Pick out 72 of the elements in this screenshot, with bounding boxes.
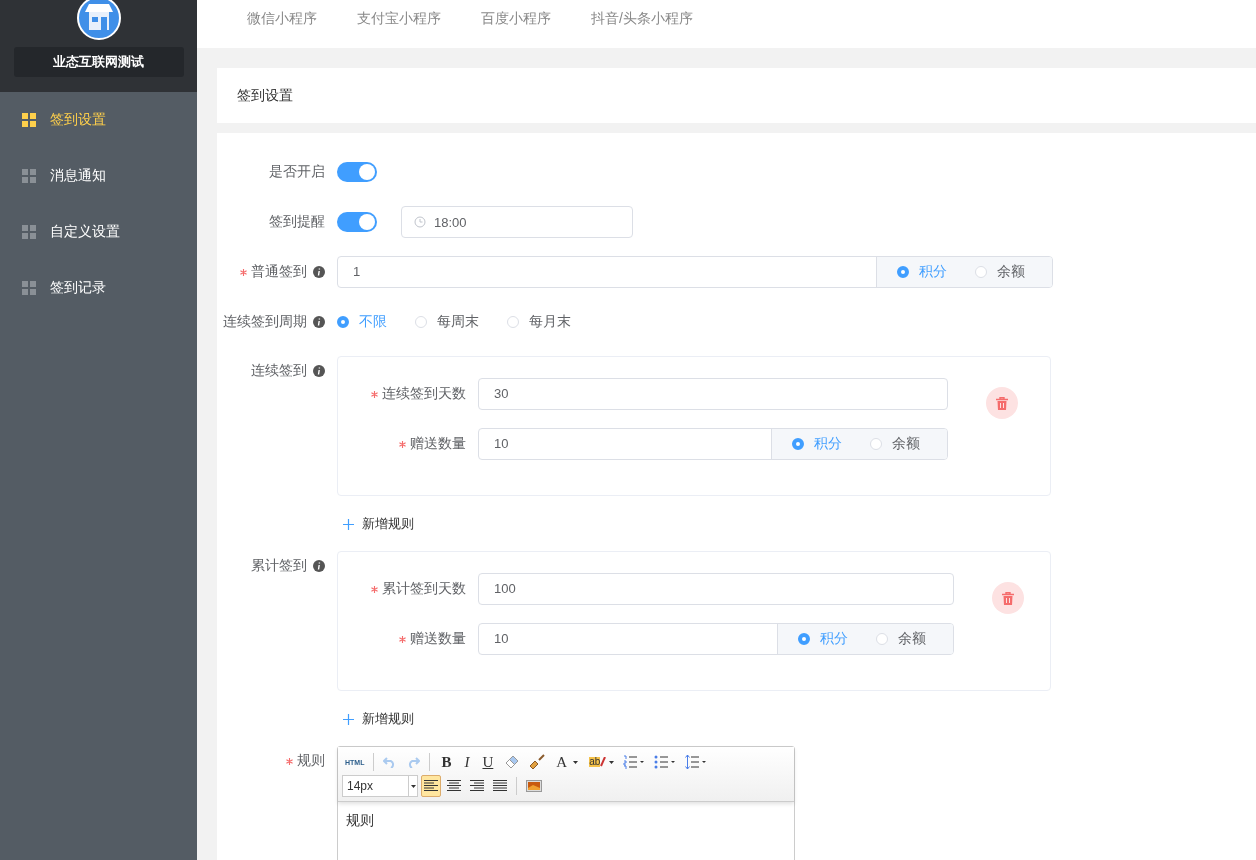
sidebar-item[interactable]: 签到记录 bbox=[0, 260, 197, 316]
required-mark-icon bbox=[399, 635, 406, 643]
grid-icon bbox=[22, 113, 36, 127]
radio-option[interactable]: 每月末 bbox=[507, 313, 571, 331]
plus-icon bbox=[343, 518, 354, 530]
info-icon bbox=[313, 316, 325, 328]
input-field[interactable]: 100 bbox=[478, 573, 954, 605]
list-icon bbox=[623, 755, 646, 769]
toggle-switch[interactable] bbox=[337, 212, 377, 232]
toggle-switch[interactable] bbox=[337, 162, 377, 182]
tab[interactable]: 支付宝小程序 bbox=[357, 10, 441, 38]
trash-icon bbox=[996, 396, 1008, 410]
editor-text: 规则 bbox=[346, 812, 374, 828]
trash-icon bbox=[1002, 591, 1014, 605]
info-icon bbox=[313, 266, 325, 278]
line-height-icon bbox=[685, 755, 708, 769]
field-label: 累计签到天数 bbox=[382, 580, 466, 598]
align-lines-icon bbox=[424, 780, 438, 792]
font-size-select[interactable]: 14px bbox=[342, 775, 418, 797]
shop-logo-icon bbox=[76, 0, 121, 40]
align-lines-icon bbox=[493, 780, 507, 792]
caret-icon bbox=[410, 784, 416, 788]
sidebar-item[interactable]: 签到设置 bbox=[0, 92, 197, 148]
pencil-icon bbox=[600, 757, 607, 767]
required-mark-icon bbox=[371, 585, 378, 593]
tab[interactable]: 百度小程序 bbox=[481, 10, 551, 38]
info-icon bbox=[313, 560, 325, 572]
plus-icon bbox=[343, 713, 354, 725]
field-label: 规则 bbox=[297, 752, 325, 770]
grid-icon bbox=[22, 281, 36, 295]
caret-icon bbox=[573, 760, 579, 764]
bold-button[interactable]: B bbox=[436, 751, 457, 773]
field-label: 连续签到周期 bbox=[223, 313, 307, 331]
field-label: 签到提醒 bbox=[269, 213, 325, 231]
clock-icon bbox=[414, 216, 426, 228]
sidebar-item[interactable]: 自定义设置 bbox=[0, 204, 197, 260]
caret-icon bbox=[609, 760, 615, 764]
field-label: 连续签到天数 bbox=[382, 385, 466, 403]
delete-button[interactable] bbox=[992, 582, 1024, 614]
sidebar-item[interactable]: 消息通知 bbox=[0, 148, 197, 204]
required-mark-icon bbox=[399, 440, 406, 448]
brush-icon bbox=[529, 754, 546, 770]
required-mark-icon bbox=[371, 390, 378, 398]
info-icon bbox=[313, 365, 325, 377]
image-icon bbox=[526, 780, 542, 792]
list-icon bbox=[654, 755, 677, 769]
align-lines-icon bbox=[447, 780, 461, 792]
add-rule-link[interactable]: 新增规则 bbox=[343, 710, 414, 728]
radio-option[interactable]: 每周末 bbox=[415, 313, 479, 331]
add-rule-link[interactable]: 新增规则 bbox=[343, 515, 414, 533]
italic-button[interactable]: I bbox=[459, 751, 475, 773]
tab[interactable]: 微信小程序 bbox=[247, 10, 317, 38]
time-picker[interactable]: 18:00 bbox=[401, 206, 633, 238]
underline-button[interactable]: U bbox=[477, 751, 499, 773]
field-label: 赠送数量 bbox=[410, 630, 466, 648]
field-label: 普通签到 bbox=[251, 263, 307, 281]
input-field[interactable]: 30 bbox=[478, 378, 948, 410]
field-label: 累计签到 bbox=[251, 557, 307, 575]
field-label: 赠送数量 bbox=[410, 435, 466, 453]
field-label: 是否开启 bbox=[269, 163, 325, 181]
redo-arrow-icon bbox=[406, 756, 421, 768]
grid-icon bbox=[22, 169, 36, 183]
panel-title: 签到设置 bbox=[237, 86, 293, 105]
store-name: 业态互联网测试 bbox=[13, 47, 184, 77]
grid-icon bbox=[22, 225, 36, 239]
field-label: 连续签到 bbox=[251, 362, 307, 380]
delete-button[interactable] bbox=[986, 387, 1018, 419]
highlight-button[interactable]: ab bbox=[586, 751, 618, 773]
tab[interactable]: 抖音/头条小程序 bbox=[591, 10, 693, 38]
font-color-button[interactable]: A bbox=[551, 751, 584, 773]
align-lines-icon bbox=[470, 780, 484, 792]
align-left-button[interactable] bbox=[421, 775, 441, 797]
